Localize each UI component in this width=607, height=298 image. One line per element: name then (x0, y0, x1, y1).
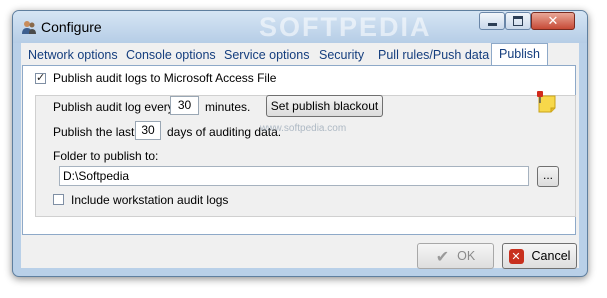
publish-last-prefix: Publish the last (53, 125, 135, 139)
tab-pull-rules-push-data[interactable]: Pull rules/Push data (378, 45, 489, 65)
red-x-icon: ✕ (508, 248, 524, 264)
tab-strip: Network options Console options Service … (21, 43, 579, 65)
close-icon: ✕ (547, 13, 559, 29)
folder-label: Folder to publish to: (53, 149, 159, 163)
set-publish-blackout-button[interactable]: Set publish blackout (266, 95, 383, 117)
tab-security[interactable]: Security (319, 45, 364, 65)
sticky-note-pin-icon (537, 91, 556, 113)
include-workstation-checkbox[interactable] (53, 194, 64, 205)
title-bar[interactable]: Configure SOFTPEDIA ✕ (13, 11, 587, 43)
window-title: Configure (41, 19, 102, 35)
configure-window: Configure SOFTPEDIA ✕ Network options Co… (12, 10, 588, 277)
minimize-button[interactable] (479, 12, 505, 30)
maximize-icon (513, 16, 523, 26)
tab-publish[interactable]: Publish (491, 43, 548, 65)
minimize-icon (487, 22, 497, 26)
users-icon (22, 21, 36, 34)
close-button[interactable]: ✕ (531, 12, 575, 30)
cancel-button-label: Cancel (531, 249, 571, 263)
publish-last-days-input[interactable]: 30 (135, 121, 161, 140)
publish-to-access-checkbox[interactable] (35, 71, 46, 84)
checkmark-icon: ✔ (435, 246, 450, 266)
tab-service-options[interactable]: Service options (224, 45, 309, 65)
maximize-button[interactable] (505, 12, 531, 30)
title-watermark: SOFTPEDIA (259, 12, 432, 42)
include-workstation-label: Include workstation audit logs (71, 193, 229, 207)
publish-every-prefix: Publish audit log every (53, 100, 174, 114)
publish-every-minutes-input[interactable]: 30 (170, 96, 199, 115)
tab-network-options[interactable]: Network options (28, 45, 118, 65)
ok-button-label: OK (457, 249, 476, 263)
publish-to-access-label: Publish audit logs to Microsoft Access F… (53, 71, 277, 85)
tab-console-options[interactable]: Console options (126, 45, 216, 65)
cancel-button[interactable]: ✕ Cancel (502, 243, 577, 269)
site-watermark: www.softpedia.com (260, 123, 347, 134)
browse-folder-button[interactable]: ... (537, 166, 559, 187)
folder-path-input[interactable]: D:\Softpedia (59, 166, 529, 186)
ok-button[interactable]: ✔ OK (417, 243, 494, 269)
publish-every-suffix: minutes. (205, 100, 251, 114)
